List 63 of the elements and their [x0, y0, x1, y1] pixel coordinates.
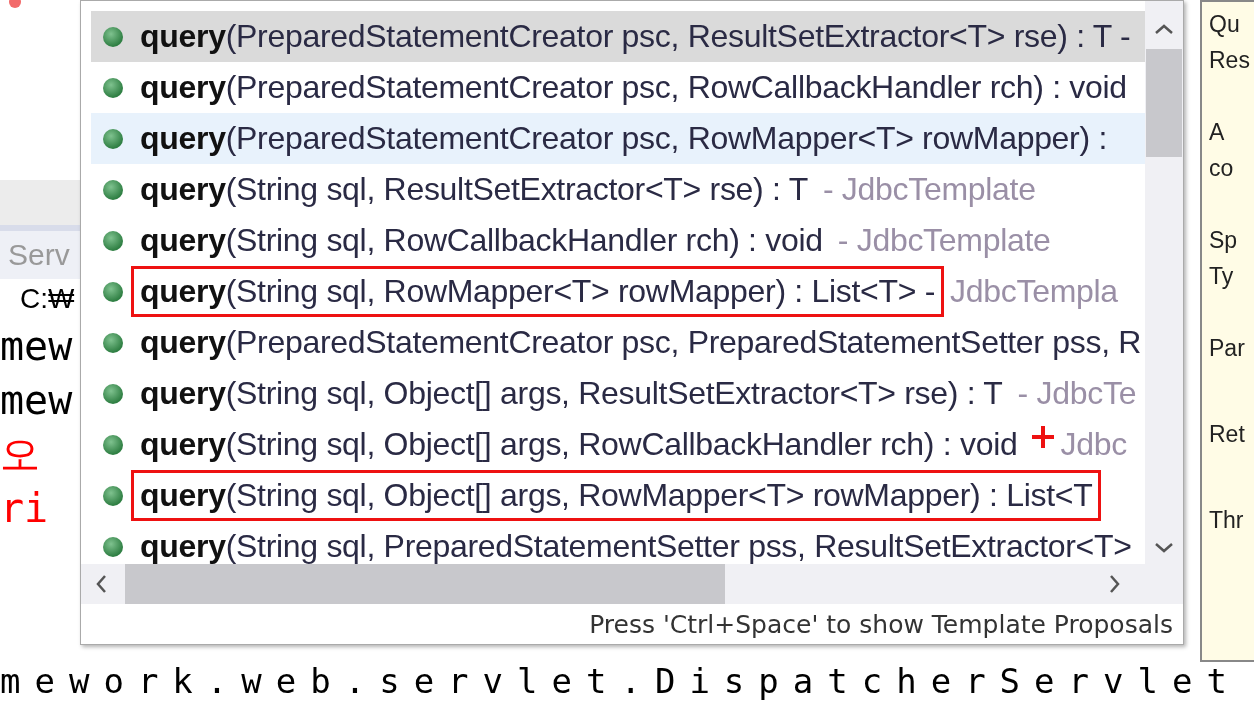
proposal-text: query(String sql, PreparedStatementSetter pss, ResultSetExtractor<T> — [140, 528, 1132, 564]
horizontal-scrollbar[interactable] — [81, 564, 1183, 604]
proposal-text: query(String sql, Object[] args, RowCallbackHandler rch) : void — [140, 426, 1018, 463]
method-dot-icon — [103, 128, 123, 149]
doc-text: A — [1209, 118, 1226, 147]
down-caret-icon[interactable] — [1154, 542, 1174, 554]
proposal-text: query(PreparedStatementCreator psc, PreparedStatementSetter pss, R — [140, 324, 1142, 361]
method-dot-icon — [103, 281, 123, 302]
proposal-item[interactable]: query(String sql, RowCallbackHandler rch) : void - JdbcTemplate — [91, 215, 1145, 266]
doc-text: Ret — [1209, 420, 1246, 449]
console-path: C:₩ — [20, 283, 75, 315]
proposal-text: query(PreparedStatementCreator psc, ResultSetExtractor<T> rse) : T - — [140, 18, 1131, 55]
doc-text: Res — [1209, 46, 1251, 75]
method-dot-icon — [103, 536, 123, 557]
proposal-text: query(PreparedStatementCreator psc, RowMapper<T> rowMapper) : — [140, 120, 1107, 157]
owner-text: Jdbc — [1060, 426, 1127, 463]
doc-text: Qu — [1209, 10, 1241, 39]
proposal-text: query(String sql, RowMapper<T> rowMapper) : List<T> - — [140, 273, 936, 310]
tab-label: Serv — [8, 238, 70, 272]
proposal-text: query(PreparedStatementCreator psc, RowCallbackHandler rch) : void — [140, 69, 1127, 106]
method-dot-icon — [103, 383, 123, 404]
doc-text: Par — [1209, 334, 1246, 363]
scrollbar-thumb[interactable] — [1146, 49, 1182, 157]
code-line: ri — [0, 484, 50, 533]
proposal-item[interactable]: query(String sql, PreparedStatementSetter pss, ResultSetExtractor<T> — [91, 521, 1145, 564]
proposal-item[interactable]: query(PreparedStatementCreator psc, PreparedStatementSetter pss, R — [91, 317, 1145, 368]
code-line: mew — [0, 322, 74, 371]
owner-text: - JdbcTe — [1017, 375, 1137, 412]
proposal-text: query(String sql, ResultSetExtractor<T> rse) : T — [140, 171, 808, 208]
code-line: mework.web.servlet.DispatcherServlet — [0, 662, 1241, 700]
proposal-item[interactable]: query(String sql, RowMapper<T> rowMapper) : List<T> - JdbcTempla — [91, 266, 1145, 317]
proposal-text: query(String sql, Object[] args, ResultSetExtractor<T> rse) : T — [140, 375, 1003, 412]
proposal-text: query(String sql, RowCallbackHandler rch) : void — [140, 222, 823, 259]
right-caret-icon[interactable] — [1109, 574, 1121, 594]
proposal-text: query(String sql, Object[] args, RowMapper<T> rowMapper) : List<T — [140, 477, 1093, 514]
code-line: mew — [0, 376, 74, 425]
owner-text: JdbcTempla — [950, 273, 1118, 310]
scrollbar-thumb[interactable] — [125, 564, 725, 604]
doc-text: Sp — [1209, 226, 1239, 255]
method-dot-icon — [103, 332, 123, 353]
method-dot-icon — [103, 26, 123, 47]
owner-text: - JdbcTemplate — [822, 171, 1036, 208]
up-caret-icon[interactable] — [1154, 23, 1174, 35]
proposal-item[interactable]: query(PreparedStatementCreator psc, RowCallbackHandler rch) : void — [91, 62, 1145, 113]
method-dot-icon — [103, 230, 123, 251]
code-line: 오 — [0, 430, 41, 479]
doc-text: Thr — [1209, 506, 1245, 535]
method-dot-icon — [103, 485, 123, 506]
proposal-item[interactable]: query(String sql, Object[] args, RowCallbackHandler rch) : void Jdbc — [91, 419, 1145, 470]
method-dot-icon — [103, 434, 123, 455]
doc-text: co — [1209, 154, 1235, 183]
proposal-item[interactable]: query(PreparedStatementCreator psc, RowMapper<T> rowMapper) : — [91, 113, 1145, 164]
method-dot-icon — [103, 179, 123, 200]
proposal-item[interactable]: query(String sql, ResultSetExtractor<T> rse) : T - JdbcTemplate — [91, 164, 1145, 215]
left-caret-icon[interactable] — [95, 574, 107, 594]
proposal-item[interactable]: query(String sql, Object[] args, ResultSetExtractor<T> rse) : T - JdbcTe — [91, 368, 1145, 419]
proposal-item[interactable]: query(String sql, Object[] args, RowMapper<T> rowMapper) : List<T — [91, 470, 1145, 521]
proposal-item[interactable]: query(PreparedStatementCreator psc, ResultSetExtractor<T> rse) : T - — [91, 11, 1145, 62]
method-dot-icon — [103, 77, 123, 98]
doc-text: Ty — [1209, 262, 1235, 291]
vertical-scrollbar[interactable] — [1145, 1, 1183, 564]
status-hint: Press 'Ctrl+Space' to show Template Proposals — [589, 609, 1173, 639]
owner-text: - JdbcTemplate — [837, 222, 1051, 259]
